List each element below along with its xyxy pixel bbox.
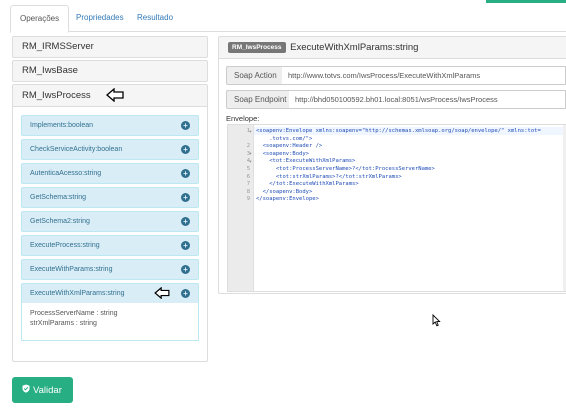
code-line: <tot:ExecuteWithXmlParams> [256,158,356,165]
code-line: <soapenv:Header /> [256,143,323,150]
tab-propriedades[interactable]: Propriedades [67,5,133,32]
plus-circle-icon[interactable]: + [181,169,190,178]
method-getschema[interactable]: GetSchema:string + [21,187,199,208]
plus-circle-icon[interactable]: + [181,145,190,154]
param-strxmlparams: strXmlParams : string [30,320,97,327]
method-label: GetSchema2:string [30,218,90,225]
service-badge: RM_IwsProcess [228,42,286,53]
method-label: ExecuteWithXmlParams:string [30,290,125,297]
plus-circle-icon[interactable]: + [181,217,190,226]
soap-endpoint-label: Soap Endpoint [226,90,295,109]
method-getschema2[interactable]: GetSchema2:string + [21,211,199,232]
plus-circle-icon[interactable]: + [181,265,190,274]
code-line: <tot:ProcessServerName>?</tot:ProcessSer… [256,166,435,172]
validate-button[interactable]: Validar [12,377,73,403]
method-checkserviceactivity[interactable]: CheckServiceActivity:boolean + [21,139,199,160]
validate-label: Validar [33,385,62,396]
line-number: 1 [246,128,250,134]
service-label: RM_IRMSServer [22,41,94,52]
code-line: </tot:ExecuteWithXmlParams> [256,181,359,188]
method-executewithxmlparams[interactable]: ExecuteWithXmlParams:string + [21,283,199,304]
envelope-label: Envelope: [226,114,260,123]
line-number: 5 [246,166,250,172]
plus-circle-icon[interactable]: + [181,193,190,202]
param-processservername: ProcessServerName : string [30,310,118,317]
code-line: </soapenv:Body> [256,188,313,195]
soap-action-group: Soap Action http://www.totvs.com/IwsProc… [226,66,566,85]
service-label: RM_IwsProcess [22,90,91,101]
line-number: 8 [246,188,250,195]
plus-circle-icon[interactable]: + [181,121,190,130]
operation-title: ExecuteWithXmlParams:string [290,42,419,53]
plus-circle-icon[interactable]: + [181,241,190,250]
line-number: 6 [246,173,250,180]
fold-toggle-icon[interactable]: ▾ [249,129,252,135]
line-number: 4 [246,158,250,165]
check-shield-icon [22,377,30,403]
method-autenticaacesso[interactable]: AutenticaAcesso:string + [21,163,199,184]
line-number: 2 [246,143,250,150]
tab-operacoes[interactable]: Operações [10,5,70,33]
method-label: AutenticaAcesso:string [30,170,102,177]
code-line: .totvs.com/"> [256,135,313,142]
soap-endpoint-group: Soap Endpoint http://bhd050100592.bh01.l… [226,90,566,109]
method-implements[interactable]: Implements:boolean + [21,115,199,136]
method-label: GetSchema:string [30,194,87,201]
code-line: </soapenv:Envelope> [256,196,319,203]
line-number: 7 [246,181,250,188]
fold-toggle-icon[interactable]: ▾ [249,159,252,165]
left-arrow-icon [106,88,124,102]
mouse-cursor-icon [432,314,441,327]
code-line: <tot:strXmlParams>?</tot:strXmlParams> [256,173,402,180]
tab-bar: Operações Propriedades Resultado [10,5,566,33]
code-line: <soapenv:Body> [256,150,309,157]
service-irmsserver[interactable]: RM_IRMSServer [12,36,208,58]
service-iwsbase[interactable]: RM_IwsBase [12,60,208,82]
service-label: RM_IwsBase [22,65,78,76]
plus-circle-icon[interactable]: + [181,289,190,298]
envelope-editor[interactable]: 1 ▾ <soapenv:Envelope xmlns:soapenv="http:… [227,124,566,292]
tab-resultado[interactable]: Resultado [128,5,182,32]
soap-action-input[interactable]: http://www.totvs.com/IwsProcess/ExecuteW… [282,66,566,85]
line-number: 3 [246,150,250,157]
method-params-panel: ProcessServerName : string strXmlParams … [21,303,199,341]
soap-action-label: Soap Action [226,66,285,85]
fold-toggle-icon[interactable]: ▾ [249,151,252,157]
operation-header: RM_IwsProcess ExecuteWithXmlParams:strin… [219,37,566,59]
method-executeprocess[interactable]: ExecuteProcess:string + [21,235,199,256]
left-arrow-icon [154,287,170,299]
method-label: CheckServiceActivity:boolean [30,146,123,153]
top-accent-bar [486,0,566,3]
method-executewithparams[interactable]: ExecuteWithParams:string + [21,259,199,280]
soap-endpoint-input[interactable]: http://bhd050100592.bh01.local:8051/wsPr… [289,90,566,109]
line-number: 9 [246,196,250,203]
method-label: ExecuteWithParams:string [30,266,113,273]
code-line: <soapenv:Envelope xmlns:soapenv="http://… [256,128,541,134]
method-label: Implements:boolean [30,122,94,129]
method-label: ExecuteProcess:string [30,242,100,249]
